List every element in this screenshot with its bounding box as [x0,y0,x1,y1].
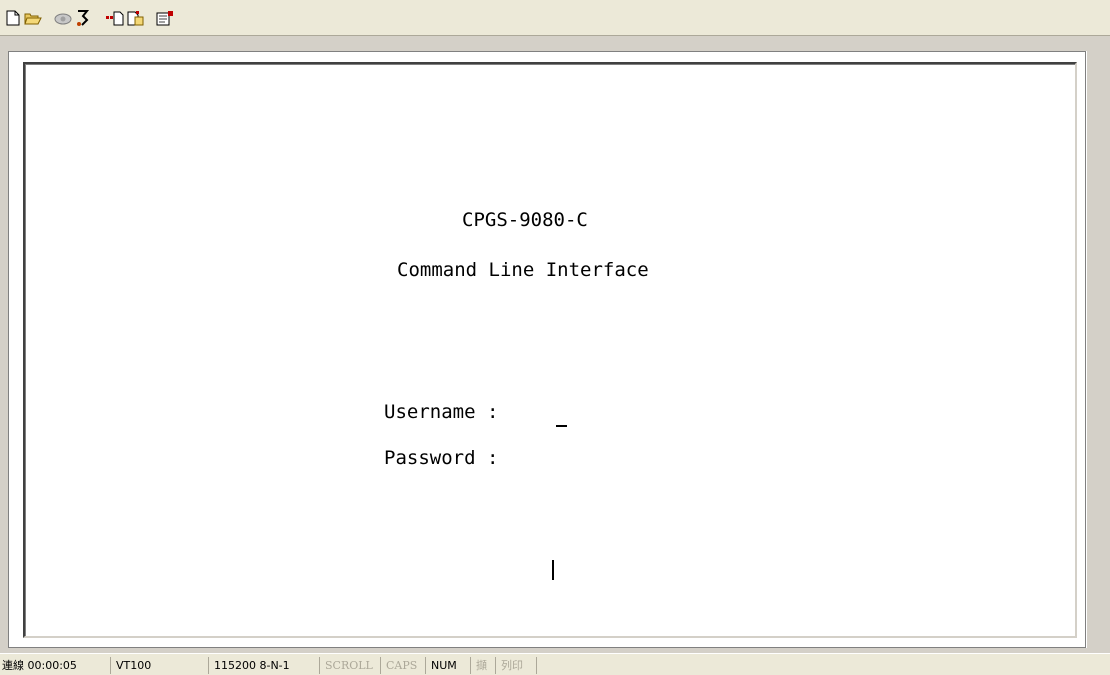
capture-indicator: 擷 [474,657,496,674]
print-indicator: 列印 [499,657,537,674]
cli-subtitle: Command Line Interface [397,259,649,281]
toolbar [0,0,1110,36]
right-edge-panel [1086,51,1110,648]
scroll-indicator: SCROLL [323,657,381,674]
port-settings: 115200 8-N-1 [212,657,320,674]
username-prompt: Username : [384,401,499,423]
dial-phone-icon[interactable] [54,9,72,27]
properties-icon[interactable] [156,9,174,27]
terminal-screen[interactable] [23,62,1077,638]
mouse-ibeam-cursor [552,560,554,580]
open-folder-icon[interactable] [24,9,42,27]
connection-time: 連線 00:00:05 [0,657,111,674]
device-title: CPGS-9080-C [462,209,588,231]
password-prompt: Password : [384,447,499,469]
text-cursor [556,425,567,427]
disconnect-icon[interactable] [74,9,92,27]
receive-icon[interactable] [126,9,144,27]
emulation-type: VT100 [114,657,209,674]
new-document-icon[interactable] [4,9,22,27]
caps-indicator: CAPS [384,657,426,674]
send-icon[interactable] [106,9,124,27]
num-indicator: NUM [429,657,471,674]
status-bar: 連線 00:00:05 VT100 115200 8-N-1 SCROLL CA… [0,653,1110,675]
